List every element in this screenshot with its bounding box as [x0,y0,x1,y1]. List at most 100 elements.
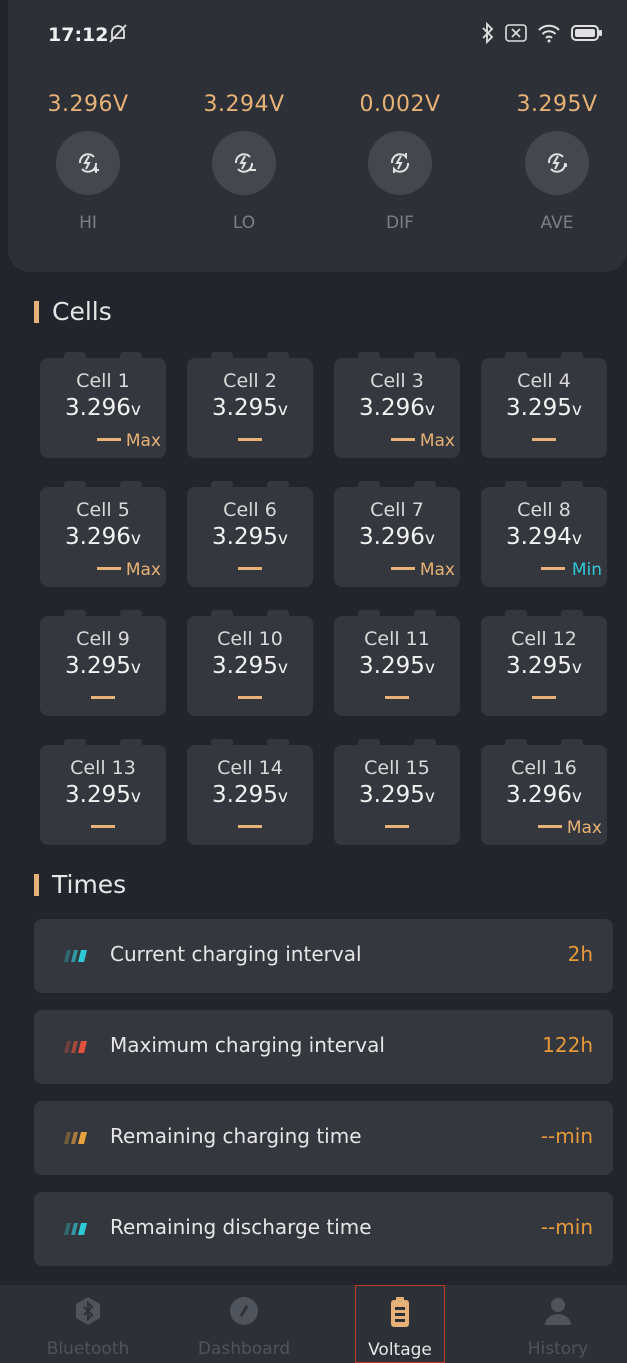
cell-voltage-value: 3.296 [65,524,131,550]
cell-voltage-unit: v [424,787,435,807]
times-section-title: Times [34,870,126,899]
cell-voltage-value: 3.295 [212,782,278,808]
cell-level-dash [238,567,262,570]
cell-level-dash [238,696,262,699]
cell-voltage-value: 3.296 [359,524,425,550]
wifi-icon [538,24,560,43]
cell-voltage-unit: v [424,529,435,549]
cells-title-text: Cells [52,297,112,326]
cell-voltage-unit: v [277,658,288,678]
cell-name: Cell 12 [511,628,577,650]
time-value: 2h [567,942,593,966]
stat-hi: 3.296V HI [18,92,158,233]
cell-level-dash [391,438,415,441]
cell-name: Cell 14 [217,757,283,779]
cell-voltage: 3.296v [40,524,166,552]
cell-voltage: 3.295v [187,395,313,423]
cell-voltage-value: 3.296 [65,395,131,421]
cells-section-title: Cells [34,297,112,326]
nav-label: History [527,1339,589,1359]
bolt-plus-icon [56,131,120,195]
cell-voltage: 3.296v [481,782,607,810]
cell-voltage-value: 3.295 [212,395,278,421]
cell-name: Cell 7 [370,499,424,521]
cell-level-dash [538,825,562,828]
sim-off-icon [505,24,527,42]
cell-level-dash [532,438,556,441]
cell-voltage-value: 3.295 [212,653,278,679]
stat-ave-label: AVE [540,213,574,233]
cell-level-dash [532,696,556,699]
stripes-icon [64,1132,87,1144]
status-bar: 17:12 [0,0,627,70]
time-row-max-charging: Maximum charging interval 122h [34,1010,613,1084]
stripes-icon [64,950,87,962]
cell-voltage: 3.296v [40,395,166,423]
nav-bluetooth[interactable]: Bluetooth [10,1285,166,1363]
stat-hi-value: 3.296V [47,92,129,117]
cell-card: Cell 15 3.295v [334,739,460,845]
cell-level-dash [391,567,415,570]
battery-status-icon [571,25,602,41]
cell-voltage-unit: v [571,787,582,807]
stat-lo-label: LO [232,213,256,233]
time-label: Remaining discharge time [110,1215,372,1239]
cell-voltage-value: 3.295 [506,395,572,421]
status-icons [481,22,603,44]
cell-voltage: 3.295v [187,782,313,810]
cell-voltage-value: 3.296 [506,782,572,808]
stat-ave-value: 3.295V [516,92,598,117]
cell-card: Cell 3 3.296v Max [334,352,460,458]
cell-name: Cell 11 [364,628,430,650]
stat-dif: 0.002V DIF [330,92,470,233]
cell-voltage-value: 3.295 [359,653,425,679]
cell-card: Cell 6 3.295v [187,481,313,587]
bluetooth-status-icon [482,22,494,44]
time-label: Current charging interval [110,942,362,966]
stat-dif-label: DIF [386,213,414,233]
cell-name: Cell 13 [70,757,136,779]
cell-voltage-value: 3.295 [359,782,425,808]
cell-voltage: 3.295v [187,524,313,552]
cell-voltage: 3.295v [481,653,607,681]
section-accent-bar [34,300,39,323]
cell-voltage: 3.295v [481,395,607,423]
time-row-remaining-charging: Remaining charging time --min [34,1101,613,1175]
cell-extreme-tag: Min [571,560,602,580]
stat-lo-value: 3.294V [203,92,285,117]
cell-voltage: 3.295v [334,653,460,681]
stat-lo: 3.294V LO [174,92,314,233]
bell-off-icon [109,24,127,43]
cell-name: Cell 4 [517,370,571,392]
nav-label: Dashboard [197,1339,291,1359]
cell-voltage-unit: v [571,529,582,549]
nav-history[interactable]: History [480,1285,627,1363]
bottom-nav: Bluetooth Dashboard Voltage History [0,1285,627,1363]
cell-voltage: 3.294v [481,524,607,552]
cell-extreme-tag: Max [419,431,455,451]
cell-name: Cell 15 [364,757,430,779]
section-accent-bar [34,873,39,896]
cell-name: Cell 5 [76,499,130,521]
cell-card: Cell 8 3.294v Min [481,481,607,587]
cell-extreme-tag: Max [125,431,161,451]
cell-card: Cell 1 3.296v Max [40,352,166,458]
cell-voltage-value: 3.294 [506,524,572,550]
cell-voltage-value: 3.295 [506,653,572,679]
cell-level-dash [97,567,121,570]
cell-card: Cell 16 3.296v Max [481,739,607,845]
cell-level-dash [238,438,262,441]
bluetooth-icon [76,1297,100,1325]
cell-card: Cell 13 3.295v [40,739,166,845]
nav-voltage[interactable]: Voltage [355,1285,445,1363]
stat-dif-value: 0.002V [359,92,441,117]
cell-extreme-tag: Max [419,560,455,580]
stripes-icon [64,1041,87,1053]
cell-voltage: 3.295v [334,782,460,810]
nav-label: Voltage [368,1340,432,1360]
cell-card: Cell 14 3.295v [187,739,313,845]
cell-name: Cell 16 [511,757,577,779]
time-row-remaining-discharge: Remaining discharge time --min [34,1192,613,1266]
nav-dashboard[interactable]: Dashboard [166,1285,322,1363]
cell-card: Cell 11 3.295v [334,610,460,716]
